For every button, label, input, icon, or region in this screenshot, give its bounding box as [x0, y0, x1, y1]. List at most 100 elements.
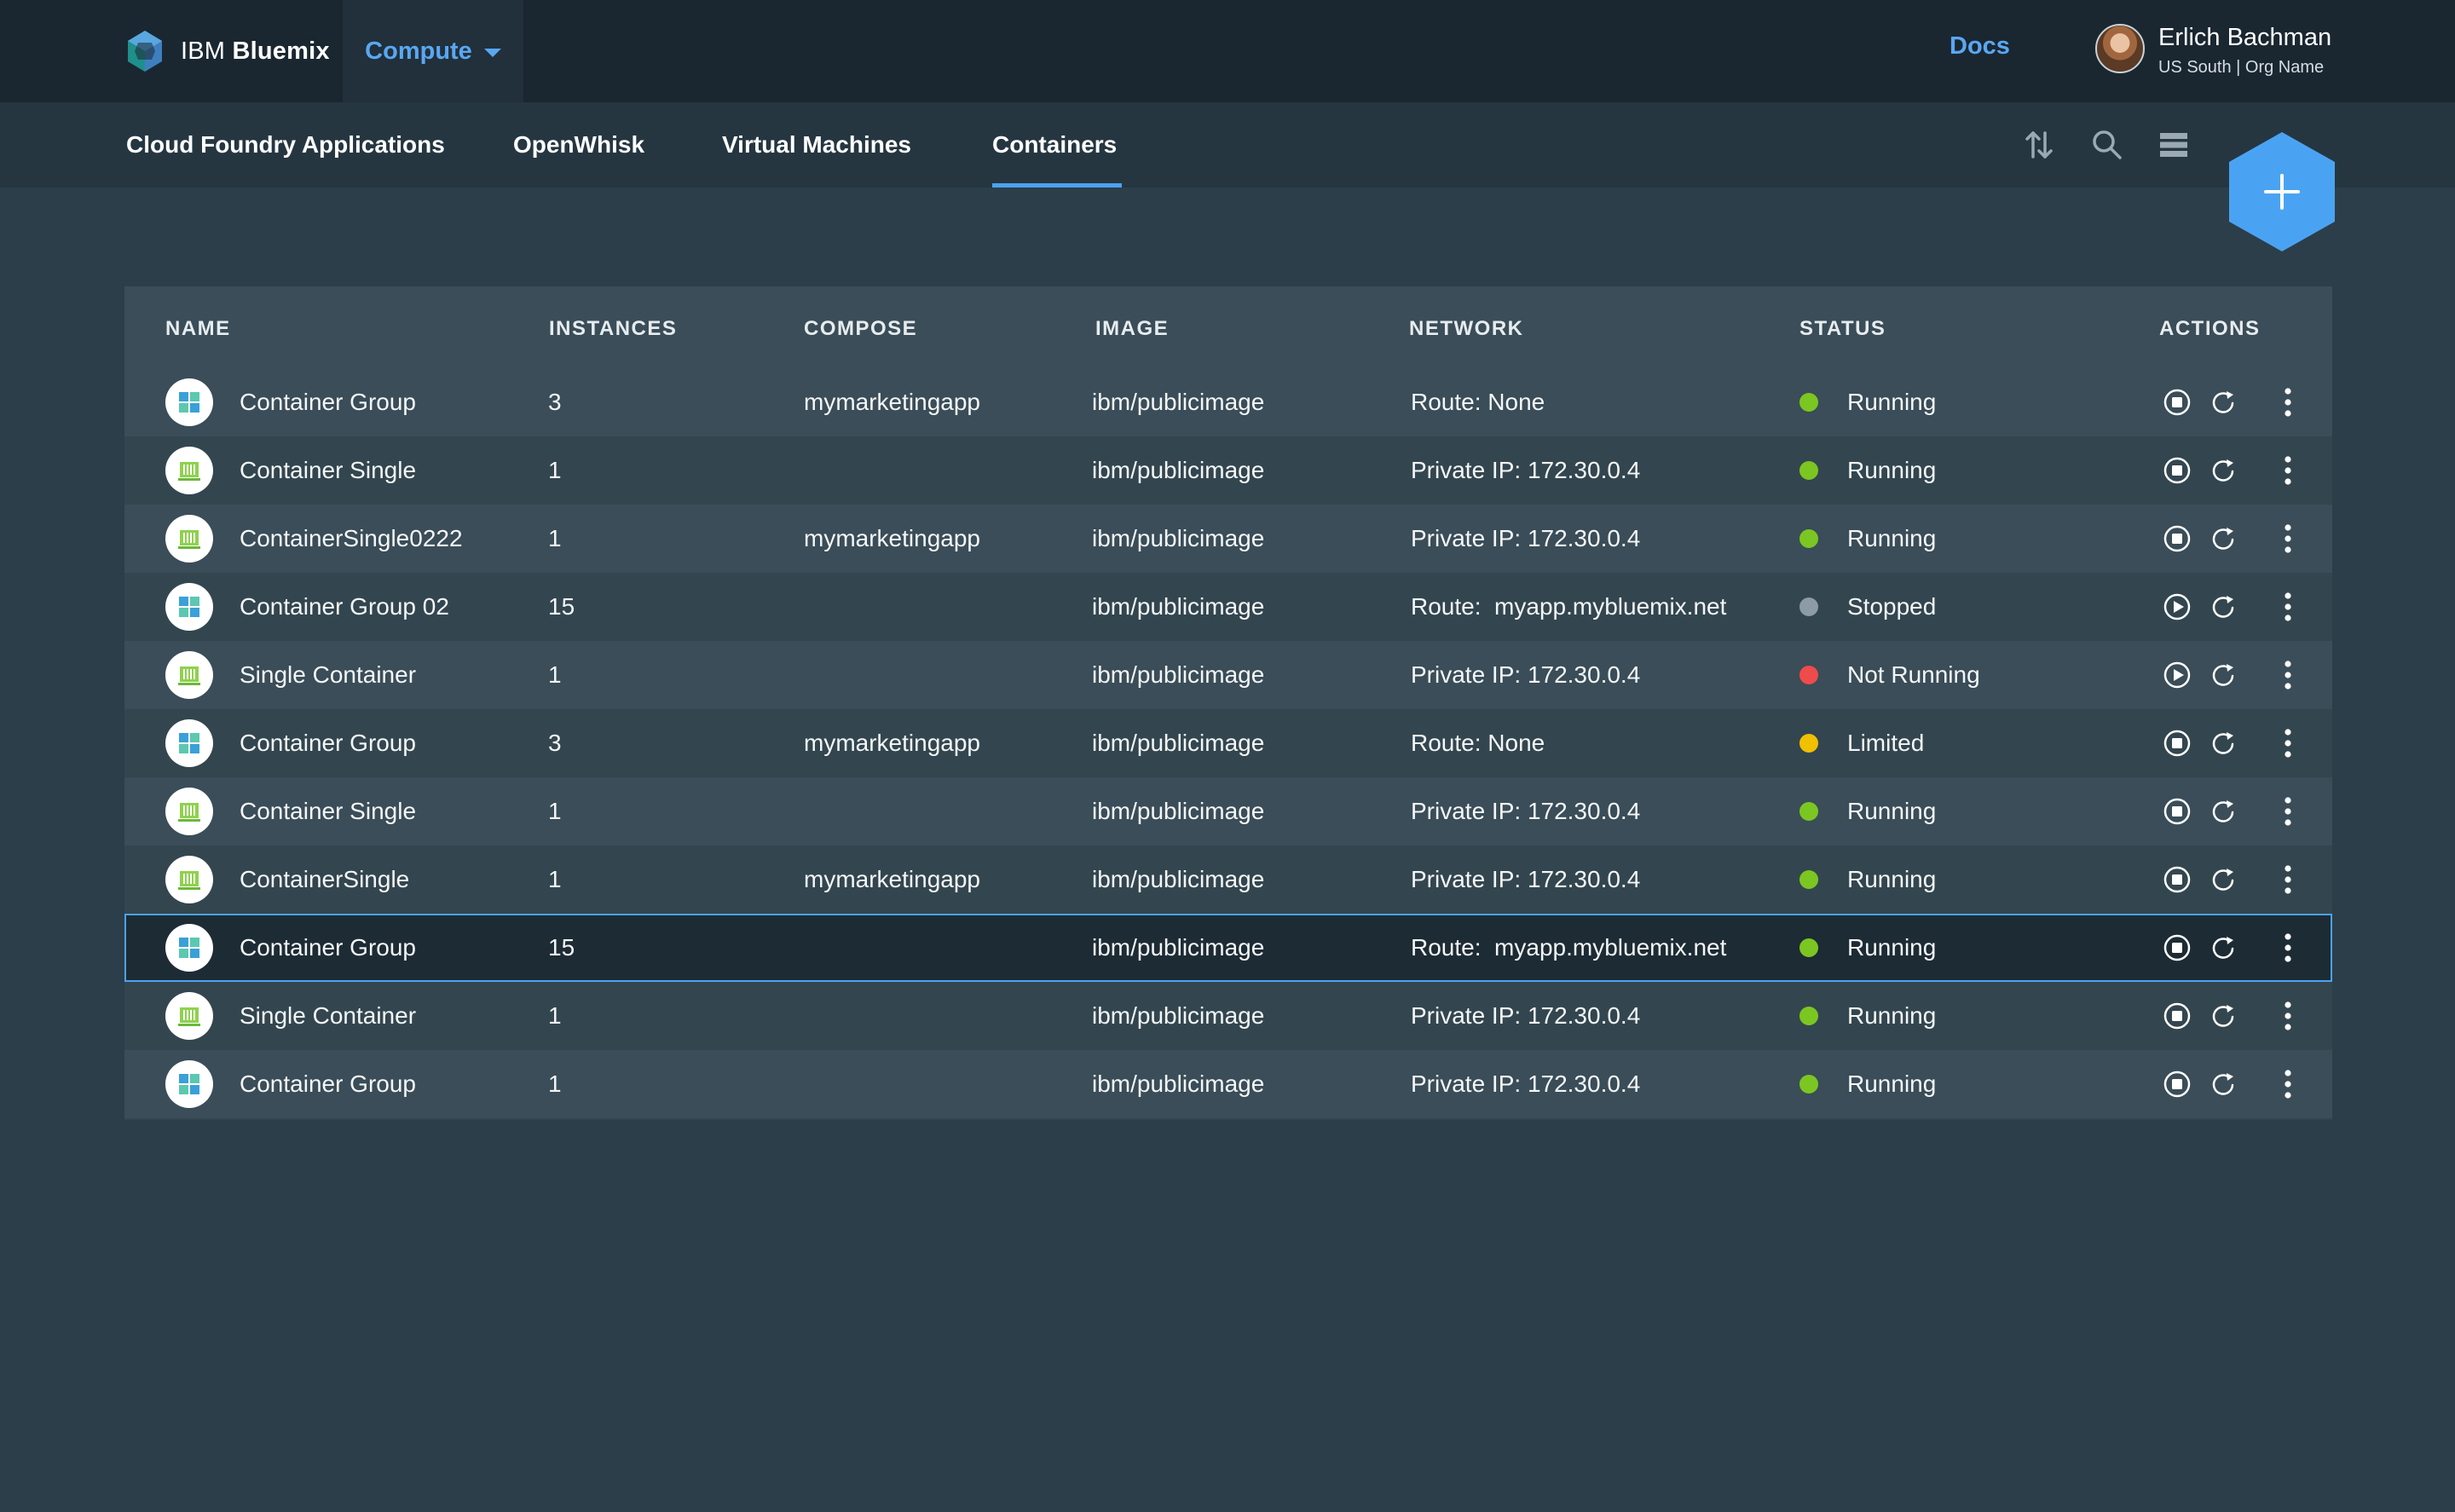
cell-status: Running: [1799, 914, 1936, 982]
restart-icon[interactable]: [2206, 1067, 2240, 1101]
column-header-network[interactable]: NETWORK: [1409, 317, 1523, 341]
container-type-icon: [165, 378, 213, 426]
stop-icon[interactable]: [2160, 931, 2194, 965]
overflow-menu-icon[interactable]: [2271, 453, 2305, 488]
column-header-compose[interactable]: COMPOSE: [804, 317, 917, 341]
cell-name[interactable]: Single Container: [240, 641, 416, 709]
status-dot: [1799, 393, 1818, 412]
stop-icon[interactable]: [2160, 999, 2194, 1033]
cell-name[interactable]: Container Group 02: [240, 573, 449, 641]
table-row[interactable]: ContainerSingle 1 mymarketingapp ibm/public…: [124, 845, 2332, 914]
tab-virtual-machines[interactable]: Virtual Machines: [722, 102, 911, 188]
table-row[interactable]: Container Group 02 15 ibm/publicimage Route…: [124, 573, 2332, 641]
column-header-instances[interactable]: INSTANCES: [549, 317, 677, 341]
overflow-menu-icon[interactable]: [2271, 1067, 2305, 1101]
overflow-menu-icon[interactable]: [2271, 658, 2305, 692]
table-row[interactable]: Container Group 15 ibm/publicimage Route: m…: [124, 914, 2332, 982]
restart-icon[interactable]: [2206, 726, 2240, 760]
container-type-icon: [165, 1060, 213, 1108]
restart-icon[interactable]: [2206, 385, 2240, 419]
restart-icon[interactable]: [2206, 522, 2240, 556]
overflow-menu-icon[interactable]: [2271, 726, 2305, 760]
cell-image: ibm/publicimage: [1092, 1071, 1265, 1097]
restart-icon[interactable]: [2206, 453, 2240, 488]
stop-icon[interactable]: [2160, 794, 2194, 828]
docs-link[interactable]: Docs: [1950, 32, 2010, 61]
cell-image: ibm/publicimage: [1092, 457, 1265, 483]
restart-icon[interactable]: [2206, 863, 2240, 897]
table-row[interactable]: Single Container 1 ibm/publicimage Private …: [124, 982, 2332, 1050]
add-button[interactable]: [2227, 130, 2337, 254]
compute-dropdown[interactable]: Compute: [343, 0, 523, 102]
tab-containers[interactable]: Containers: [992, 102, 1123, 188]
table-row[interactable]: Container Single 1 ibm/publicimage Private …: [124, 436, 2332, 505]
cell-name[interactable]: Container Group: [240, 368, 416, 436]
brand[interactable]: IBM Bluemix: [121, 26, 330, 77]
overflow-menu-icon[interactable]: [2271, 794, 2305, 828]
cell-name[interactable]: ContainerSingle0222: [240, 505, 463, 573]
cell-name[interactable]: ContainerSingle: [240, 845, 409, 914]
cell-instances: 1: [548, 866, 562, 892]
table-row[interactable]: Container Group 3 mymarketingapp ibm/public…: [124, 709, 2332, 777]
cell-name[interactable]: Container Single: [240, 777, 416, 845]
table-row[interactable]: ContainerSingle0222 1 mymarketingapp ibm/pu…: [124, 505, 2332, 573]
restart-icon[interactable]: [2206, 931, 2240, 965]
tab-openwhisk[interactable]: OpenWhisk: [513, 102, 644, 188]
restart-icon[interactable]: [2206, 590, 2240, 624]
bluemix-logo-icon: [128, 31, 162, 72]
cell-name[interactable]: Container Group: [240, 914, 416, 982]
table-row[interactable]: Single Container 1 ibm/publicimage Private …: [124, 641, 2332, 709]
top-header: IBM Bluemix Compute Docs Erlich Bachman …: [0, 0, 2455, 102]
cell-instances: 15: [548, 934, 575, 961]
column-header-image[interactable]: IMAGE: [1095, 317, 1169, 341]
tab-cloud-foundry-applications[interactable]: Cloud Foundry Applications: [126, 102, 445, 188]
stop-icon[interactable]: [2160, 726, 2194, 760]
cell-name[interactable]: Container Group: [240, 709, 416, 777]
table-row[interactable]: Container Group 1 ibm/publicimage Private I…: [124, 1050, 2332, 1118]
column-header-status[interactable]: STATUS: [1799, 317, 1886, 341]
stop-icon[interactable]: [2160, 453, 2194, 488]
overflow-menu-icon[interactable]: [2271, 522, 2305, 556]
stop-icon[interactable]: [2160, 385, 2194, 419]
cell-image: ibm/publicimage: [1092, 730, 1265, 756]
restart-icon[interactable]: [2206, 794, 2240, 828]
table-row[interactable]: Container Single 1 ibm/publicimage Private …: [124, 777, 2332, 845]
cell-image: ibm/publicimage: [1092, 389, 1265, 415]
stop-icon[interactable]: [2160, 522, 2194, 556]
play-icon[interactable]: [2160, 590, 2194, 624]
restart-icon[interactable]: [2206, 999, 2240, 1033]
overflow-menu-icon[interactable]: [2271, 590, 2305, 624]
container-group-icon: [179, 938, 199, 958]
cell-status: Running: [1799, 1050, 1936, 1118]
table-row[interactable]: Container Group 3 mymarketingapp ibm/public…: [124, 368, 2332, 436]
cell-name[interactable]: Container Single: [240, 436, 416, 505]
search-icon[interactable]: [2088, 126, 2126, 164]
stop-icon[interactable]: [2160, 1067, 2194, 1101]
overflow-menu-icon[interactable]: [2271, 385, 2305, 419]
overflow-menu-icon[interactable]: [2271, 863, 2305, 897]
sub-navigation: Cloud Foundry Applications OpenWhisk Vir…: [0, 102, 2455, 188]
overflow-menu-icon[interactable]: [2271, 931, 2305, 965]
overflow-menu-icon[interactable]: [2271, 999, 2305, 1033]
container-single-icon: [178, 667, 200, 685]
cell-status: Running: [1799, 982, 1936, 1050]
status-label: Running: [1847, 1002, 1937, 1029]
cell-name[interactable]: Container Group: [240, 1050, 416, 1118]
cell-instances: 1: [548, 457, 562, 483]
brand-name: IBM Bluemix: [181, 37, 330, 65]
restart-icon[interactable]: [2206, 658, 2240, 692]
avatar[interactable]: [2095, 24, 2145, 73]
stop-icon[interactable]: [2160, 863, 2194, 897]
cell-name[interactable]: Single Container: [240, 982, 416, 1050]
list-view-icon[interactable]: [2155, 126, 2192, 164]
column-header-name[interactable]: NAME: [165, 317, 231, 341]
user-name[interactable]: Erlich Bachman: [2158, 24, 2331, 52]
cell-instances: 1: [548, 1002, 562, 1029]
sort-icon[interactable]: [2020, 126, 2058, 164]
status-dot: [1799, 461, 1818, 480]
container-type-icon: [165, 719, 213, 767]
play-icon[interactable]: [2160, 658, 2194, 692]
cell-image: ibm/publicimage: [1092, 1002, 1265, 1029]
status-dot: [1799, 938, 1818, 957]
cell-image: ibm/publicimage: [1092, 934, 1265, 961]
